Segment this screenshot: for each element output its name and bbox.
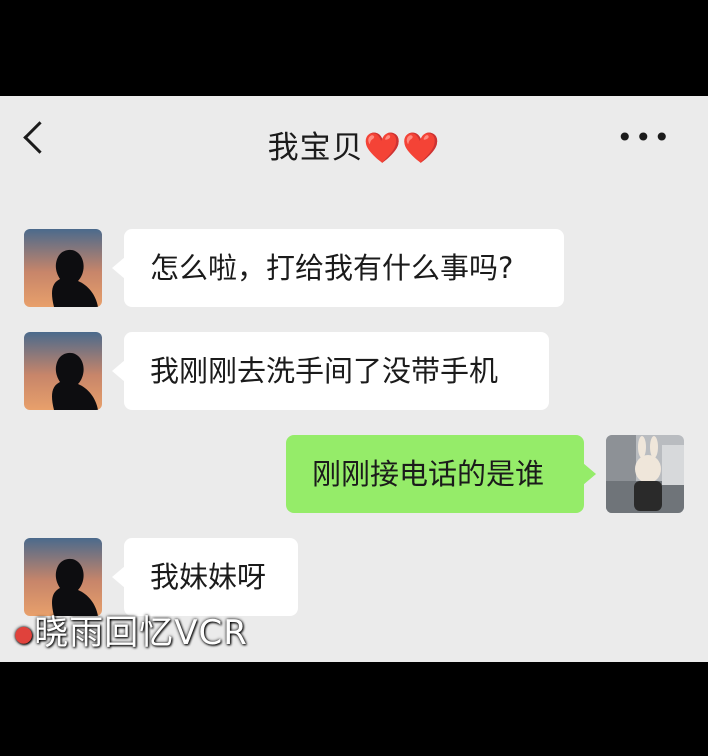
watermark: ●晓雨回忆VCR [14,605,248,654]
contact-avatar[interactable] [24,229,102,307]
contact-avatar[interactable] [24,332,102,410]
incoming-message-bubble[interactable]: 怎么啦，打给我有什么事吗? [112,229,564,307]
user-avatar[interactable] [606,435,684,513]
dot-icon: ● [14,622,35,647]
chat-screen: 我宝贝❤️❤️ ••• 怎么啦，打给我有什么事吗? 我刚刚去洗手间了没带手机 刚… [0,96,708,662]
outgoing-message-bubble[interactable]: 刚刚接电话的是谁 [286,435,596,513]
chat-title: 我宝贝❤️❤️ [0,122,708,167]
watermark-text: 晓雨回忆VCR [34,613,248,653]
incoming-message-bubble[interactable]: 我刚刚去洗手间了没带手机 [112,332,549,410]
heart-icon: ❤️❤️ [363,131,441,166]
more-options-icon[interactable]: ••• [616,124,672,152]
contact-name: 我宝贝 [267,130,364,166]
